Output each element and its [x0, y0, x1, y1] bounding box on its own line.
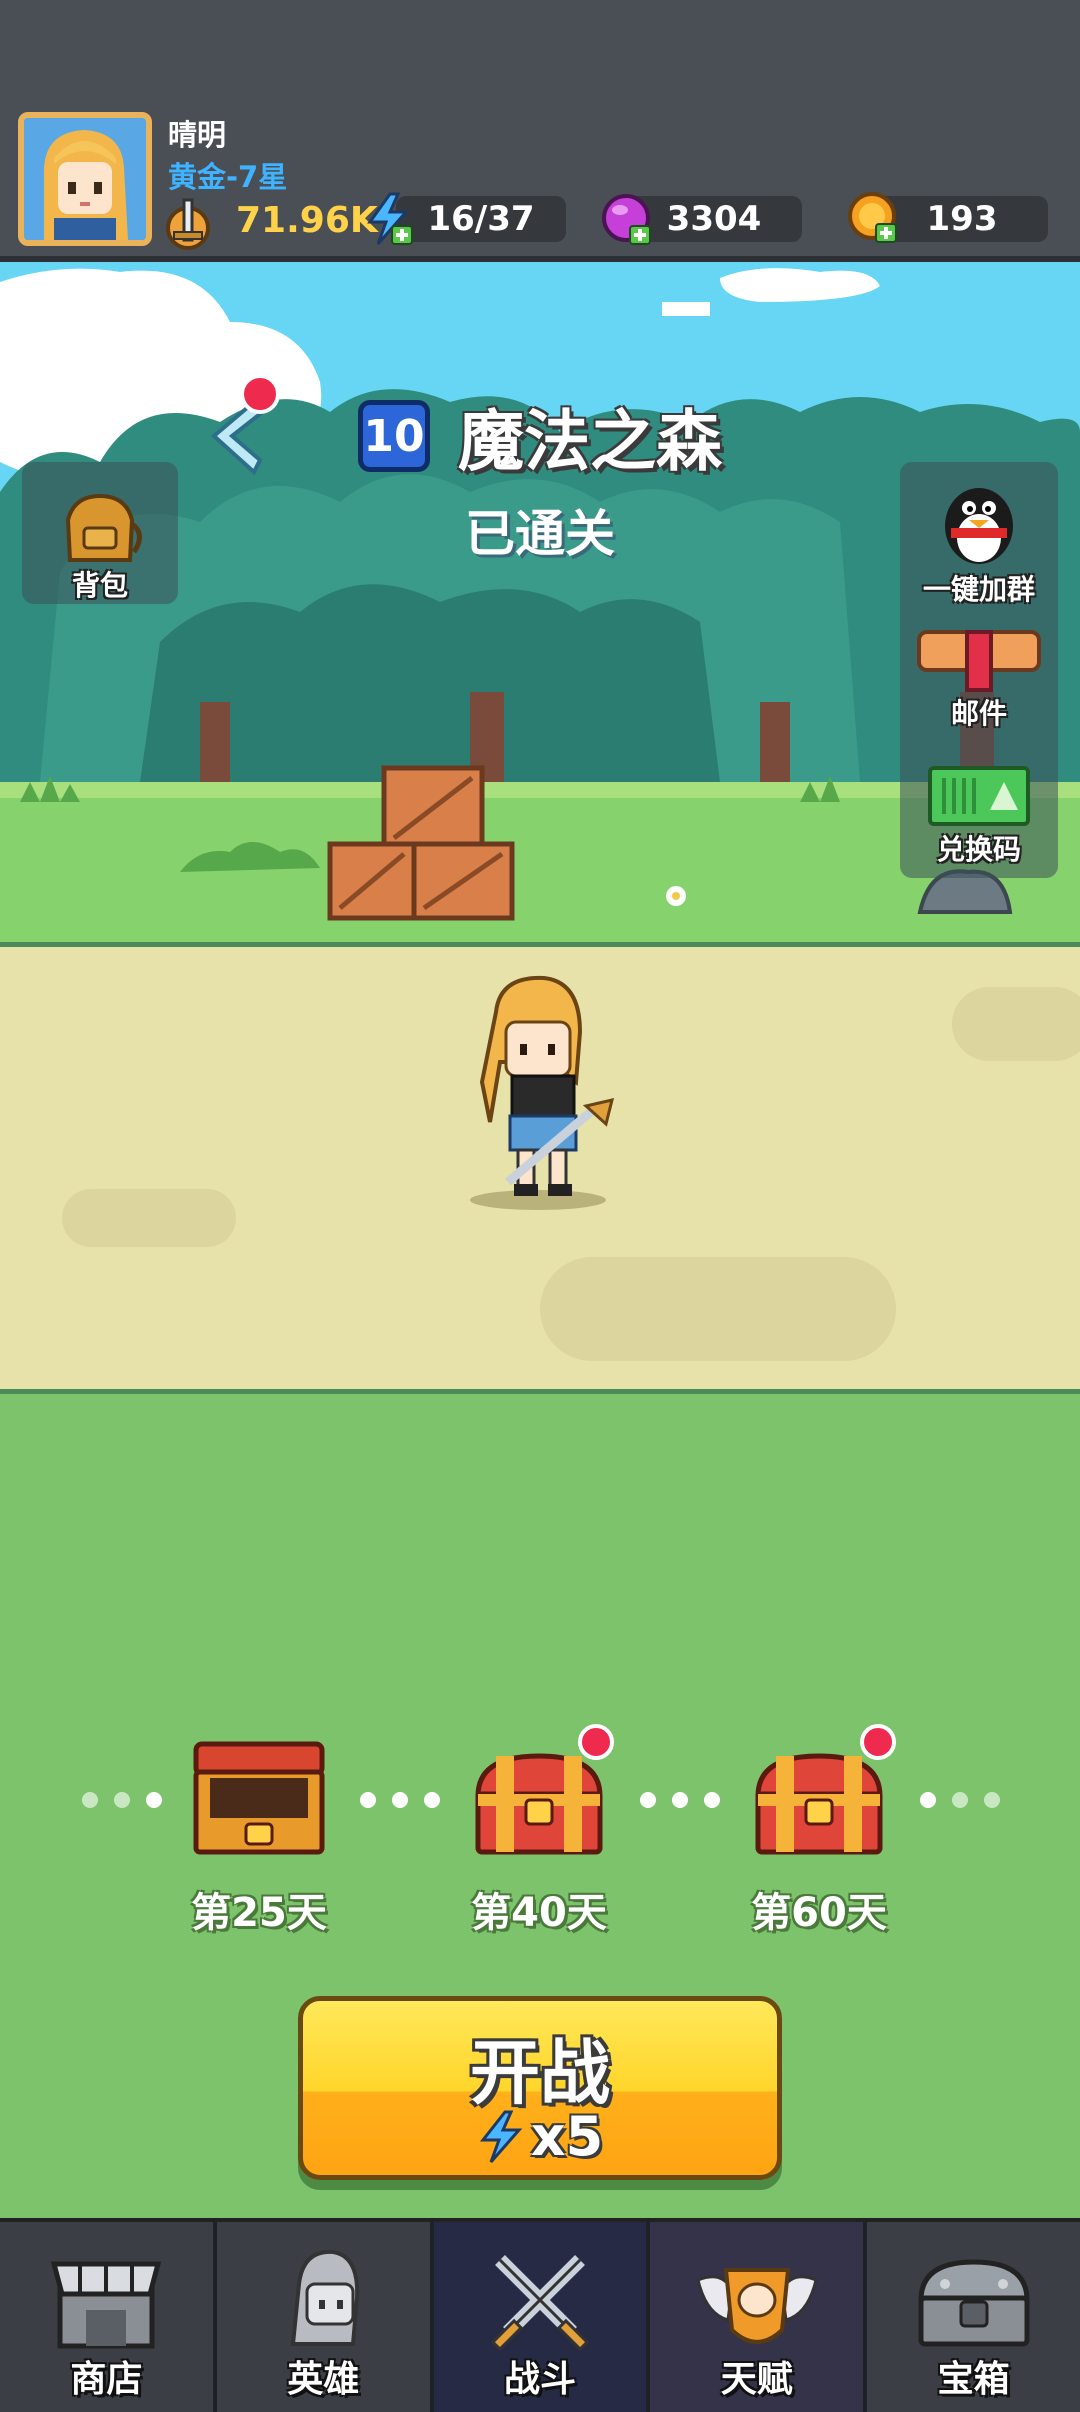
backpack-label: 背包 — [71, 569, 128, 602]
coin-counter: 193 — [876, 196, 1048, 242]
progress-dots-1 — [82, 1792, 162, 1808]
reward-day-label: 第25天 — [191, 1890, 327, 1936]
crossed-swords-icon — [490, 2255, 590, 2352]
battle-cost-value: x5 — [530, 2105, 604, 2168]
start-battle-button[interactable]: 开战 x5 — [298, 1996, 782, 2180]
bottom-nav: 商店 英雄 战斗 天赋 宝箱 — [0, 2218, 1080, 2412]
mail-label: 邮件 — [950, 697, 1007, 730]
combat-power-value: 71.96K — [236, 200, 378, 241]
hero-character[interactable] — [460, 972, 630, 1212]
nav-label-shop: 商店 — [70, 2359, 143, 2400]
join-group-button[interactable]: 一键加群 — [904, 472, 1054, 608]
player-avatar[interactable] — [18, 112, 152, 246]
combat-power-icon — [166, 198, 210, 250]
redeem-code-button[interactable]: 兑换码 — [904, 762, 1054, 868]
gem-add-icon[interactable] — [600, 192, 654, 246]
nav-label-heroes: 英雄 — [287, 2359, 360, 2400]
penguin-icon — [945, 488, 1013, 564]
nav-tab-heroes[interactable]: 英雄 — [216, 2218, 430, 2412]
hero-portrait-icon — [24, 118, 146, 240]
reward-notify-dot — [578, 1724, 614, 1760]
energy-add-icon[interactable] — [362, 192, 416, 246]
nav-label-chest: 宝箱 — [937, 2359, 1010, 2400]
redeem-code-label: 兑换码 — [936, 833, 1021, 866]
nav-label-talent: 天赋 — [720, 2359, 793, 2400]
nav-label-battle: 战斗 — [503, 2359, 576, 2400]
player-name: 晴明 — [168, 118, 227, 152]
player-rank: 黄金-7星 — [168, 160, 288, 194]
opened-chest-icon — [193, 1741, 325, 1855]
battle-energy-cost: x5 — [303, 2105, 777, 2168]
progress-dots-4 — [920, 1792, 1000, 1808]
energy-counter: 16/37 — [396, 196, 566, 242]
stage-number-badge: 10 — [358, 400, 430, 472]
reward-chest-day25[interactable] — [186, 1734, 332, 1862]
hero-silhouette-icon — [290, 2249, 360, 2346]
shop-icon — [51, 2261, 162, 2349]
reward-day-label: 第60天 — [751, 1890, 887, 1936]
treasure-chest-icon — [918, 2259, 1030, 2347]
reward-notify-dot — [860, 1724, 896, 1760]
energy-icon — [479, 2110, 523, 2163]
join-group-label: 一键加群 — [922, 573, 1035, 606]
coin-value: 193 — [926, 199, 998, 239]
nav-tab-chest[interactable]: 宝箱 — [867, 2218, 1080, 2412]
start-battle-label: 开战 — [470, 2032, 610, 2114]
nav-tab-talent[interactable]: 天赋 — [650, 2218, 864, 2412]
ticket-icon — [928, 766, 1030, 826]
winged-fist-icon — [696, 2268, 818, 2344]
gem-value: 3304 — [666, 199, 762, 239]
progress-dots-2 — [360, 1792, 440, 1808]
nav-tab-shop[interactable]: 商店 — [0, 2218, 213, 2412]
reward-day-label: 第40天 — [471, 1890, 607, 1936]
stage-name: 魔法之森 — [458, 403, 722, 480]
backpack-button[interactable]: 背包 — [25, 490, 175, 604]
energy-value: 16/37 — [427, 199, 535, 239]
backpack-icon — [65, 493, 142, 562]
nav-tab-battle[interactable]: 战斗 — [433, 2218, 647, 2412]
coin-add-icon[interactable] — [846, 190, 900, 244]
mail-button[interactable]: 邮件 — [904, 626, 1054, 732]
mail-icon — [917, 630, 1041, 692]
progress-dots-3 — [640, 1792, 720, 1808]
